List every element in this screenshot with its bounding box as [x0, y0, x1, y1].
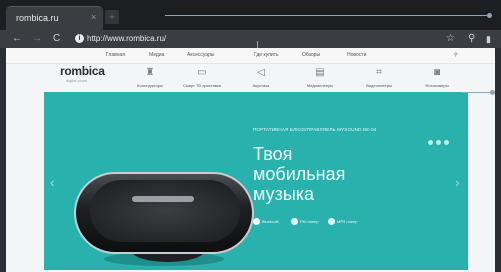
annotation-dot: [490, 90, 495, 95]
feature-bluetooth-icon: [253, 218, 260, 225]
search-icon[interactable]: ⚲: [468, 30, 475, 48]
feature-mp3-icon: [328, 218, 335, 225]
category-label: Акустика: [252, 83, 270, 88]
category-label: Фотокамеры: [425, 83, 449, 88]
hero-headline-line: мобильная: [253, 164, 346, 184]
hero-headline-line: музыка: [253, 184, 315, 204]
menu-icon[interactable]: ▮: [486, 30, 491, 48]
feature-fm-icon: [291, 218, 298, 225]
tv-icon: ▭: [197, 67, 207, 78]
nav-link[interactable]: Медиа: [149, 52, 164, 58]
annotation-dot: [487, 13, 492, 18]
nav-link[interactable]: Главная: [106, 52, 125, 58]
tab-close-icon[interactable]: ×: [91, 12, 96, 22]
page-viewport: Главная Медиа Аксессуары Где купить Обзо…: [6, 48, 495, 272]
feature-label: MP3 плеер: [337, 219, 358, 224]
nav-link[interactable]: Обзоры: [302, 52, 320, 58]
category-cameras[interactable]: ◙ Фотокамеры: [407, 64, 467, 94]
logo-tagline: digital yours: [66, 78, 88, 83]
forward-icon[interactable]: →: [32, 30, 42, 48]
category-videoplayers[interactable]: ⌗ Видеоплееры: [349, 64, 409, 94]
nav-link[interactable]: Новости: [347, 52, 366, 58]
category-label: Конструкторы: [137, 83, 163, 88]
site-top-nav: [6, 48, 495, 64]
category-label: Видеоплееры: [366, 83, 392, 88]
tab-title: rombica.ru: [16, 13, 59, 23]
feature-label: FM-тюнер: [300, 219, 319, 224]
back-icon[interactable]: ←: [12, 30, 22, 48]
feature-label: Bluetooth: [262, 219, 279, 224]
new-tab-button[interactable]: +: [105, 10, 119, 24]
hero-tagline: ПОРТАТИВНАЯ БЛЮЗУПРАВЛЯЕЛЬ MYSOUND BE-04: [253, 127, 377, 132]
search-icon[interactable]: ⚲: [454, 52, 458, 58]
player-icon: ▤: [315, 67, 325, 78]
nav-link[interactable]: Аксессуары: [187, 52, 214, 58]
category-label: Медиаплееры: [306, 83, 334, 88]
category-smart-tv[interactable]: ▭ Смарт ТВ приставки: [172, 64, 232, 94]
category-label: Смарт ТВ приставки: [183, 83, 221, 88]
site-logo[interactable]: rombica: [60, 64, 105, 78]
speaker-button: [132, 196, 194, 202]
camera-icon: ◙: [433, 67, 441, 78]
category-constructors[interactable]: ♜ Конструкторы: [120, 64, 180, 94]
annotation-line: [462, 92, 492, 93]
site-info-icon[interactable]: i: [75, 34, 84, 43]
star-icon[interactable]: ☆: [446, 30, 455, 48]
carousel-prev-icon[interactable]: ‹: [50, 174, 55, 190]
video-icon: ⌗: [376, 67, 382, 78]
speaker-icon: ◁: [257, 67, 265, 78]
hero-headline-line: Твоя: [253, 144, 293, 164]
browser-tab[interactable]: rombica.ru ×: [6, 6, 103, 30]
hero-banner[interactable]: ‹ › ПОРТАТИВНАЯ БЛЮЗУПРАВЛЯЕЛЬ MYSOUND B…: [44, 92, 468, 270]
address-bar[interactable]: http://www.rombica.ru/: [87, 30, 166, 48]
category-mediaplayers[interactable]: ▤ Медиаплееры: [290, 64, 350, 94]
nav-link[interactable]: Где купить: [254, 52, 279, 58]
hero-headline: Твоя мобильная музыка: [253, 144, 453, 204]
reload-icon[interactable]: C: [53, 30, 60, 48]
speaker-grille: [90, 180, 240, 242]
carousel-next-icon[interactable]: ›: [455, 174, 460, 190]
annotation-line: [165, 15, 487, 16]
robot-icon: ♜: [145, 67, 155, 78]
category-acoustics[interactable]: ◁ Акустика: [231, 64, 291, 94]
